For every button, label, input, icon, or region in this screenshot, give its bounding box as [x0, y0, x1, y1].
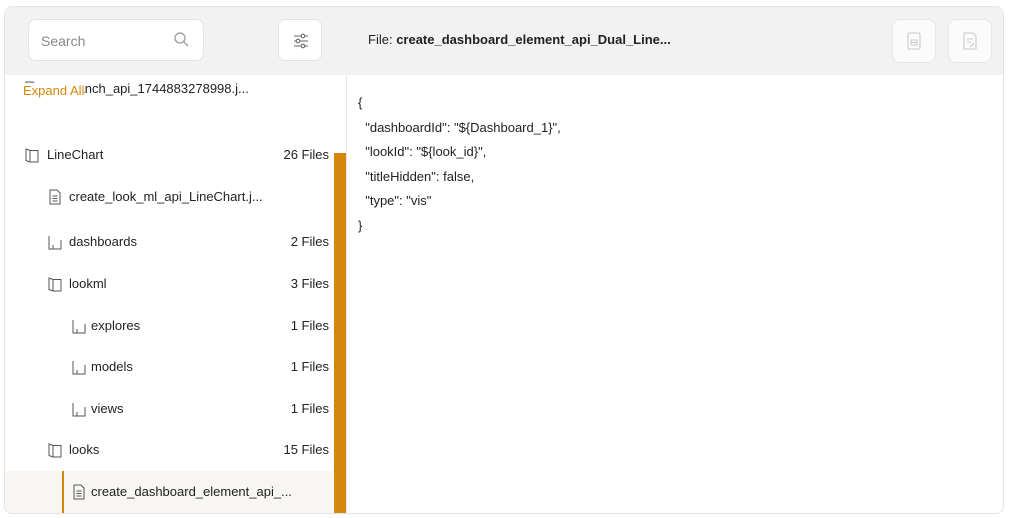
file-count: 15 Files — [283, 442, 329, 457]
search-input[interactable] — [29, 20, 183, 62]
panel-divider — [346, 75, 347, 513]
search-icon[interactable] — [173, 31, 191, 49]
tree-folder-lookml[interactable]: lookml 3 Files — [5, 264, 333, 304]
file-count: 1 Files — [290, 401, 329, 416]
selection-indicator — [62, 471, 64, 513]
tree-item-label: dashboards — [69, 234, 137, 249]
tree-item-label: create_dashboard_element_api_... — [91, 484, 292, 499]
file-count: 1 Files — [290, 318, 329, 333]
file-title: File: create_dashboard_element_api_Dual_… — [368, 32, 671, 47]
file-header: File: create_dashboard_element_api_Dual_… — [346, 7, 1003, 75]
tree-item[interactable]: create_look_ml_api_LineChart.j... — [5, 177, 333, 217]
expand-all-link[interactable]: Expand All — [23, 83, 85, 98]
app-frame: File: create_dashboard_element_api_Dual_… — [4, 6, 1004, 514]
folder-open-icon — [47, 276, 63, 292]
file-tree: Expand All git_branch_api_1744883278998.… — [5, 75, 346, 513]
tree-folder-explores[interactable]: explores 1 Files — [5, 306, 333, 346]
tree-folder-linechart[interactable]: LineChart 26 Files — [5, 135, 333, 175]
tree-item-selected[interactable]: create_dashboard_element_api_... — [5, 471, 333, 513]
file-count: 2 Files — [290, 234, 329, 249]
edit-document-button[interactable] — [948, 19, 992, 63]
file-name: create_dashboard_element_api_Dual_Line..… — [396, 32, 671, 47]
folder-icon — [47, 234, 63, 250]
folder-icon — [71, 401, 87, 417]
file-icon — [47, 189, 63, 205]
tree-folder-dashboards[interactable]: dashboards 2 Files — [5, 222, 333, 262]
document-view-button[interactable] — [892, 19, 936, 63]
folder-open-icon — [47, 442, 63, 458]
code-viewer: { "dashboardId": "${Dashboard_1}", "look… — [358, 91, 561, 238]
folder-open-icon — [24, 147, 40, 163]
search-box — [28, 19, 204, 62]
folder-icon — [71, 318, 87, 334]
code-line: } — [358, 217, 363, 233]
file-count: 3 Files — [290, 276, 329, 291]
code-line: "titleHidden": false, — [358, 168, 475, 184]
file-count: 26 Files — [283, 147, 329, 162]
tree-item-label: create_look_ml_api_LineChart.j... — [69, 189, 263, 204]
folder-icon — [71, 359, 87, 375]
tree-folder-looks[interactable]: looks 15 Files — [5, 430, 333, 470]
tree-item-label: views — [91, 401, 124, 416]
left-toolbar — [5, 7, 346, 75]
tree-item-label: models — [91, 359, 133, 374]
code-line: "dashboardId": "${Dashboard_1}", — [358, 119, 561, 135]
scrollbar-thumb[interactable] — [334, 153, 346, 513]
code-line: "type": "vis" — [358, 193, 432, 208]
filter-button[interactable] — [278, 19, 322, 61]
tree-folder-models[interactable]: models 1 Files — [5, 347, 333, 387]
file-count: 1 Files — [290, 359, 329, 374]
tree-item-label: lookml — [69, 276, 107, 291]
tree-folder-views[interactable]: views 1 Files — [5, 389, 333, 429]
tree-item-label: looks — [69, 442, 100, 457]
code-line: "lookId": "${look_id}", — [358, 144, 487, 159]
file-icon — [71, 484, 87, 500]
tree-item-label: LineChart — [47, 147, 104, 162]
code-line: { — [358, 95, 363, 110]
tree-item-label: explores — [91, 318, 141, 333]
file-prefix: File: — [368, 32, 393, 47]
